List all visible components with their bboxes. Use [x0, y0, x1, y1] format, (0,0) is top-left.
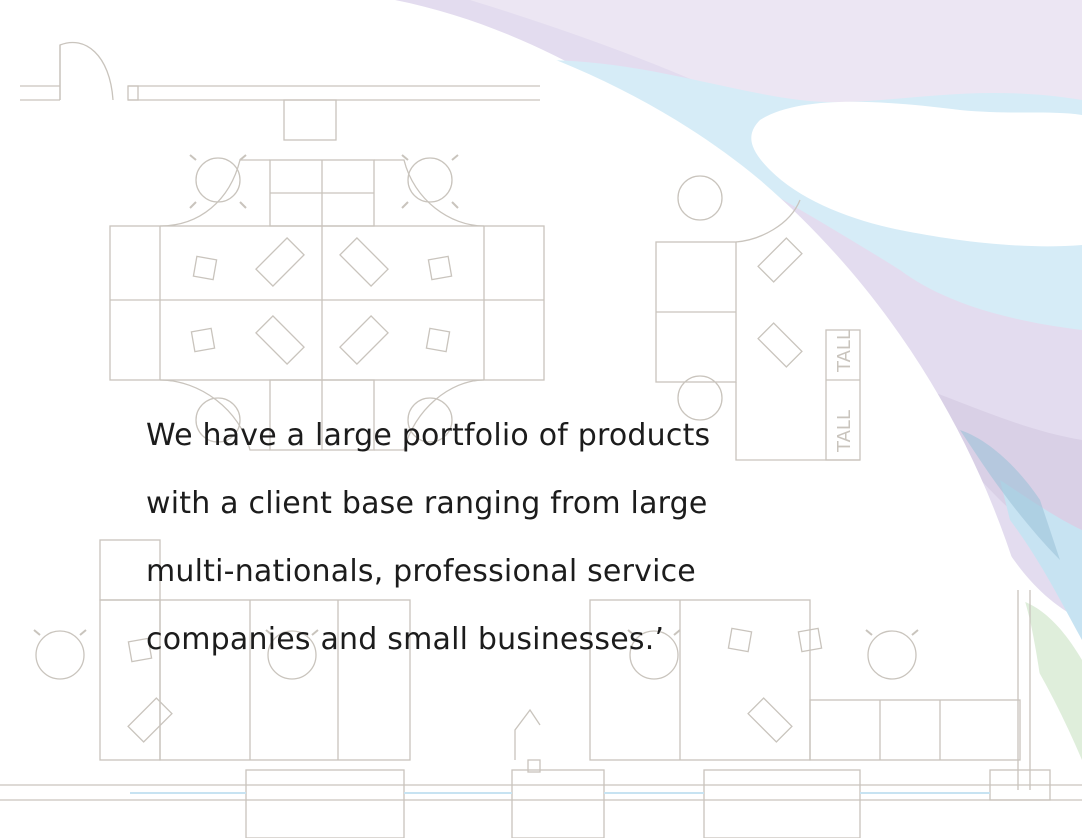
quote-line-3: multi-nationals, professional service — [146, 554, 696, 589]
quote-line-4: companies and small businesses.’ — [146, 622, 665, 657]
page: TALL TALL We have a large portfolio of p… — [0, 0, 1082, 838]
tall-label-upper: TALL — [834, 330, 855, 373]
quote-line-2: with a client base ranging from large — [146, 486, 708, 521]
quote-text: We have a large portfolio of products wi… — [146, 402, 866, 674]
quote-line-1: We have a large portfolio of products — [146, 418, 711, 453]
